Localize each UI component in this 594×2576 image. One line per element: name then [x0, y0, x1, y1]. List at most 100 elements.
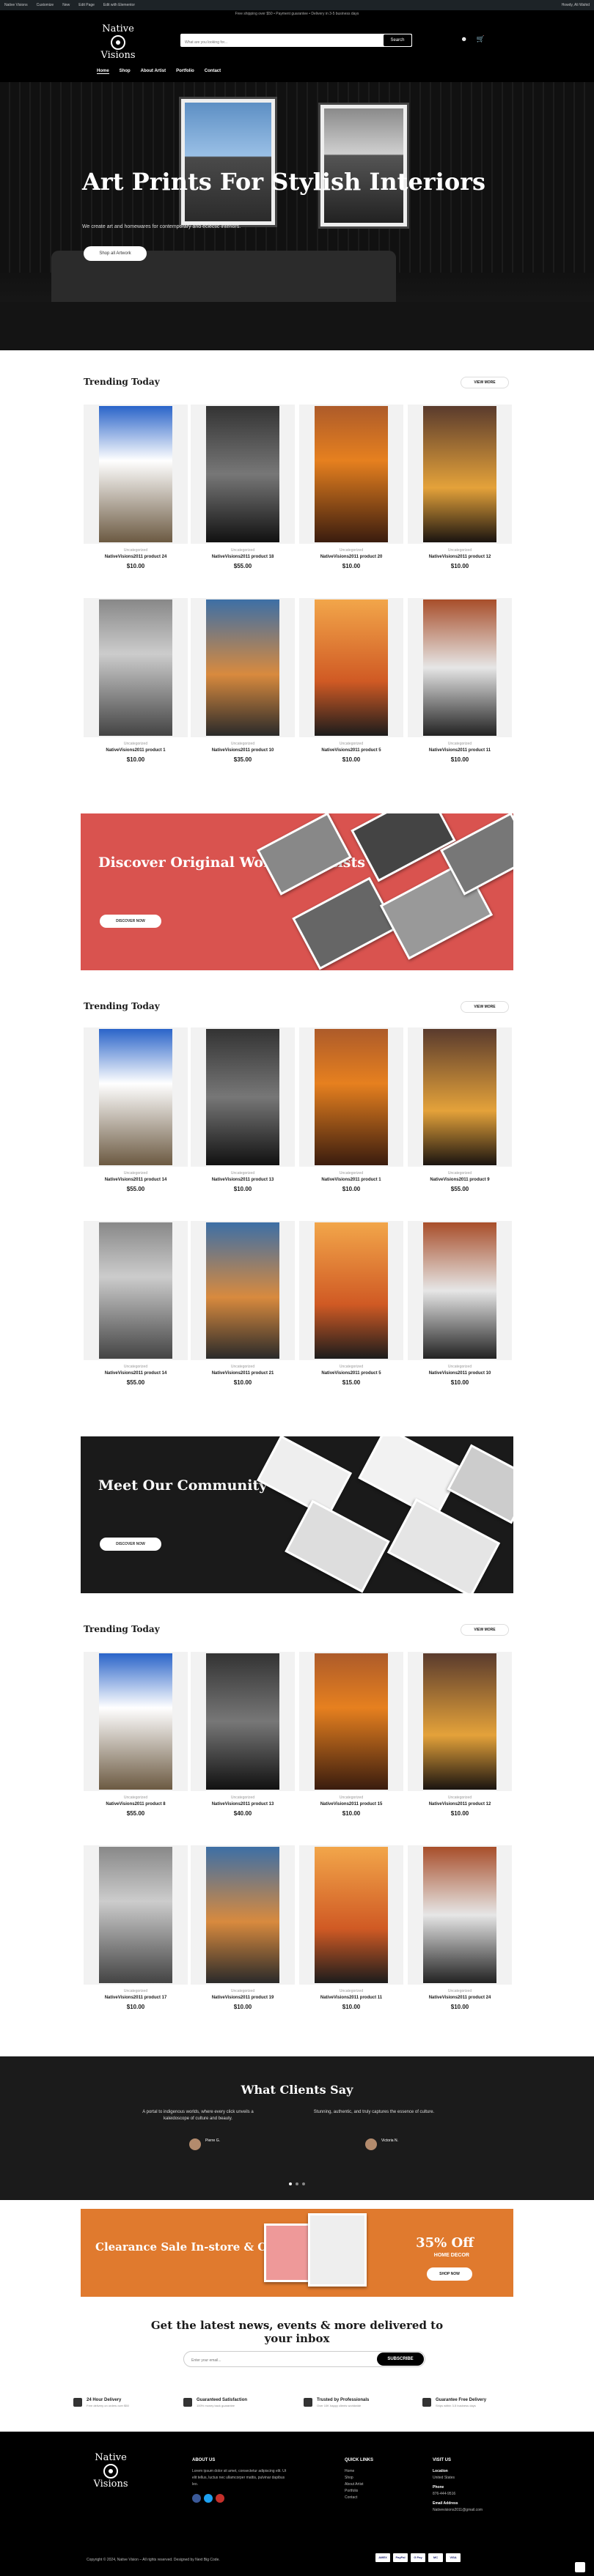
- email-value[interactable]: Nativevisions2011@gmail.com: [433, 2507, 483, 2514]
- carousel-dot[interactable]: [289, 2182, 292, 2185]
- search-button[interactable]: Search: [384, 34, 411, 46]
- product-image[interactable]: [191, 598, 295, 737]
- product-card[interactable]: Uncategorized NativeVisions2011 product 1…: [84, 1027, 188, 1192]
- product-name[interactable]: NativeVisions2011 product 11: [408, 748, 512, 753]
- product-card[interactable]: Uncategorized NativeVisions2011 product 1…: [408, 405, 512, 569]
- youtube-icon[interactable]: [216, 2494, 224, 2503]
- product-image[interactable]: [84, 405, 188, 544]
- product-image[interactable]: [84, 1845, 188, 1985]
- shop-all-button[interactable]: Shop all Artwork: [84, 246, 147, 261]
- product-name[interactable]: NativeVisions2011 product 15: [299, 1802, 403, 1806]
- footer-link[interactable]: About Artist: [345, 2481, 373, 2488]
- nav-shop[interactable]: Shop: [120, 69, 131, 74]
- product-name[interactable]: NativeVisions2011 product 5: [299, 748, 403, 753]
- product-card[interactable]: Uncategorized NativeVisions2011 product 8…: [84, 1652, 188, 1817]
- product-card[interactable]: Uncategorized NativeVisions2011 product 1…: [84, 1845, 188, 2010]
- product-image[interactable]: [191, 1027, 295, 1167]
- product-card[interactable]: Uncategorized NativeVisions2011 product 1…: [408, 1221, 512, 1386]
- discover-button[interactable]: DISCOVER NOW: [100, 915, 161, 928]
- product-image[interactable]: [408, 1845, 512, 1985]
- logo[interactable]: Native Visions: [98, 24, 138, 64]
- product-name[interactable]: NativeVisions2011 product 8: [84, 1802, 188, 1806]
- product-name[interactable]: NativeVisions2011 product 10: [408, 1371, 512, 1376]
- product-card[interactable]: Uncategorized NativeVisions2011 product 1…: [299, 1652, 403, 1817]
- twitter-icon[interactable]: [204, 2494, 213, 2503]
- user-icon[interactable]: ☻: [461, 35, 467, 43]
- product-card[interactable]: Uncategorized NativeVisions2011 product 1…: [191, 1652, 295, 1817]
- product-card[interactable]: Uncategorized NativeVisions2011 product 1…: [408, 598, 512, 763]
- product-card[interactable]: Uncategorized NativeVisions2011 product 5…: [299, 598, 403, 763]
- product-image[interactable]: [408, 598, 512, 737]
- product-image[interactable]: [191, 1221, 295, 1360]
- product-card[interactable]: Uncategorized NativeVisions2011 product 1…: [84, 1221, 188, 1386]
- product-card[interactable]: Uncategorized NativeVisions2011 product 1…: [299, 1027, 403, 1192]
- footer-link[interactable]: Home: [345, 2468, 373, 2475]
- facebook-icon[interactable]: [192, 2494, 201, 2503]
- phone-value[interactable]: 876-444-9516: [433, 2491, 483, 2498]
- product-name[interactable]: NativeVisions2011 product 24: [84, 555, 188, 559]
- product-image[interactable]: [84, 598, 188, 737]
- product-name[interactable]: NativeVisions2011 product 1: [84, 748, 188, 753]
- nav-portfolio[interactable]: Portfolio: [176, 69, 194, 74]
- product-name[interactable]: NativeVisions2011 product 19: [191, 1996, 295, 2000]
- product-name[interactable]: NativeVisions2011 product 11: [299, 1996, 403, 2000]
- admin-bar-item[interactable]: Customize: [37, 3, 54, 7]
- product-card[interactable]: Uncategorized NativeVisions2011 product 2…: [191, 1221, 295, 1386]
- product-card[interactable]: Uncategorized NativeVisions2011 product 1…: [84, 598, 188, 763]
- product-name[interactable]: NativeVisions2011 product 13: [191, 1178, 295, 1182]
- product-image[interactable]: [408, 1221, 512, 1360]
- product-image[interactable]: [408, 1652, 512, 1791]
- product-name[interactable]: NativeVisions2011 product 5: [299, 1371, 403, 1376]
- view-more-button[interactable]: VIEW MORE: [461, 1624, 509, 1636]
- product-image[interactable]: [191, 405, 295, 544]
- search-input[interactable]: [180, 36, 371, 49]
- product-name[interactable]: NativeVisions2011 product 14: [84, 1371, 188, 1376]
- product-image[interactable]: [299, 598, 403, 737]
- admin-bar-item[interactable]: Edit with Elementor: [103, 3, 135, 7]
- product-name[interactable]: NativeVisions2011 product 10: [191, 748, 295, 753]
- discover-button[interactable]: DISCOVER NOW: [100, 1538, 161, 1551]
- footer-logo[interactable]: Native Visions: [91, 2453, 131, 2493]
- product-card[interactable]: Uncategorized NativeVisions2011 product 1…: [191, 598, 295, 763]
- product-name[interactable]: NativeVisions2011 product 12: [408, 1802, 512, 1806]
- product-image[interactable]: [299, 1845, 403, 1985]
- product-image[interactable]: [299, 1652, 403, 1791]
- product-name[interactable]: NativeVisions2011 product 9: [408, 1178, 512, 1182]
- product-card[interactable]: Uncategorized NativeVisions2011 product 1…: [299, 1845, 403, 2010]
- product-name[interactable]: NativeVisions2011 product 13: [191, 1802, 295, 1806]
- shop-now-button[interactable]: SHOP NOW: [427, 2267, 472, 2281]
- product-image[interactable]: [299, 1221, 403, 1360]
- product-card[interactable]: Uncategorized NativeVisions2011 product 1…: [191, 1027, 295, 1192]
- carousel-dot[interactable]: [302, 2182, 305, 2185]
- view-more-button[interactable]: VIEW MORE: [461, 1001, 509, 1013]
- product-image[interactable]: [408, 405, 512, 544]
- product-card[interactable]: Uncategorized NativeVisions2011 product 1…: [408, 1652, 512, 1817]
- product-name[interactable]: NativeVisions2011 product 18: [191, 555, 295, 559]
- product-card[interactable]: Uncategorized NativeVisions2011 product 1…: [191, 405, 295, 569]
- nav-about[interactable]: About Artist: [141, 69, 166, 74]
- footer-link[interactable]: Shop: [345, 2475, 373, 2481]
- product-image[interactable]: [191, 1652, 295, 1791]
- chat-button[interactable]: [575, 2562, 585, 2572]
- admin-bar-item[interactable]: Native Visions: [4, 3, 28, 7]
- product-card[interactable]: Uncategorized NativeVisions2011 product 9…: [408, 1027, 512, 1192]
- product-name[interactable]: NativeVisions2011 product 12: [408, 555, 512, 559]
- nav-contact[interactable]: Contact: [205, 69, 221, 74]
- footer-link[interactable]: Portfolio: [345, 2488, 373, 2495]
- cart-icon[interactable]: 🛒: [476, 35, 484, 43]
- subscribe-button[interactable]: SUBSCRIBE: [377, 2352, 424, 2366]
- admin-bar-user[interactable]: Howdy, Ali Wahid: [562, 3, 590, 7]
- product-image[interactable]: [191, 1845, 295, 1985]
- product-image[interactable]: [408, 1027, 512, 1167]
- product-name[interactable]: NativeVisions2011 product 14: [84, 1178, 188, 1182]
- carousel-dot[interactable]: [296, 2182, 298, 2185]
- product-name[interactable]: NativeVisions2011 product 20: [299, 555, 403, 559]
- footer-link[interactable]: Contact: [345, 2495, 373, 2501]
- product-name[interactable]: NativeVisions2011 product 17: [84, 1996, 188, 2000]
- product-image[interactable]: [299, 405, 403, 544]
- admin-bar-item[interactable]: New: [62, 3, 70, 7]
- email-input[interactable]: [184, 2353, 360, 2368]
- view-more-button[interactable]: VIEW MORE: [461, 377, 509, 388]
- product-name[interactable]: NativeVisions2011 product 24: [408, 1996, 512, 2000]
- product-card[interactable]: Uncategorized NativeVisions2011 product 2…: [299, 405, 403, 569]
